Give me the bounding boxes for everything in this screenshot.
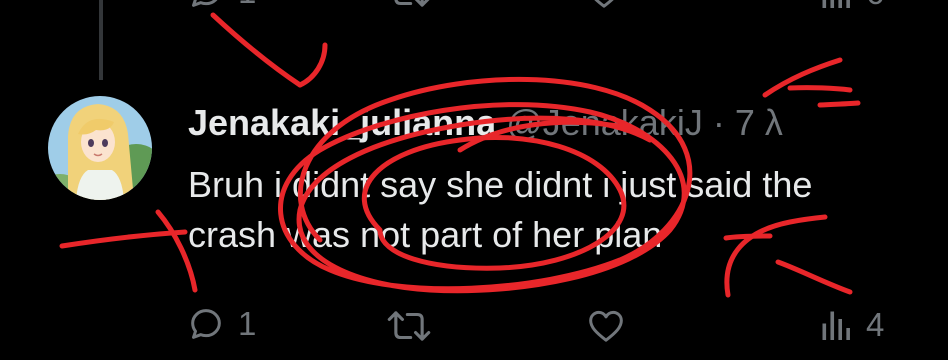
reply-count: 1: [238, 0, 256, 11]
views-button[interactable]: 4: [818, 306, 884, 344]
views-icon: [822, 311, 850, 340]
timestamp[interactable]: 7 λ: [735, 102, 783, 143]
retweet-button[interactable]: [386, 306, 432, 346]
tweet-text-line-1: Bruh i didnt say she didnt i just said t…: [188, 164, 813, 205]
display-name[interactable]: Jenakaki_julianna: [188, 102, 496, 143]
previous-tweet-actions: 1 6: [0, 0, 948, 22]
annotation-arrow-bottom-right-2: [775, 259, 853, 295]
heart-icon: [594, 0, 614, 8]
annotation-arrow-top-right: [762, 57, 843, 98]
annotation-arrow-left: [59, 229, 188, 249]
views-button[interactable]: 6: [818, 0, 884, 12]
header-separator: ·: [712, 102, 725, 143]
tweet-text: Bruh i didnt say she didnt i just said t…: [188, 160, 948, 260]
reply-button[interactable]: 1: [186, 304, 256, 344]
annotation-arrow-top-right-3: [817, 100, 861, 108]
heart-icon: [589, 310, 623, 342]
views-icon: [822, 0, 850, 8]
annotation-arrow-top-right-2: [787, 85, 853, 93]
tweet-text-line-2: crash was not part of her plan: [188, 214, 663, 255]
reply-icon: [191, 309, 221, 339]
avatar[interactable]: [48, 96, 152, 200]
anime-character-avatar-image: [48, 96, 152, 200]
reply-button[interactable]: 1: [186, 0, 256, 12]
views-count: 6: [866, 0, 884, 12]
retweet-button[interactable]: [386, 0, 432, 12]
annotation-arrow-top-left-tip: [297, 42, 328, 88]
reply-icon: [192, 0, 218, 7]
annotation-arrow-top-left: [210, 12, 303, 88]
retweet-icon: [387, 311, 431, 341]
retweet-icon: [394, 0, 430, 7]
user-handle[interactable]: @JenakakiJ: [506, 102, 703, 143]
tweet-actions: 1 4: [0, 304, 948, 354]
reply-count: 1: [238, 305, 257, 342]
views-count: 4: [866, 306, 885, 343]
like-button[interactable]: [583, 0, 625, 12]
like-button[interactable]: [585, 306, 627, 346]
tweet-header: Jenakaki_julianna @JenakakiJ · 7 λ: [188, 100, 783, 146]
